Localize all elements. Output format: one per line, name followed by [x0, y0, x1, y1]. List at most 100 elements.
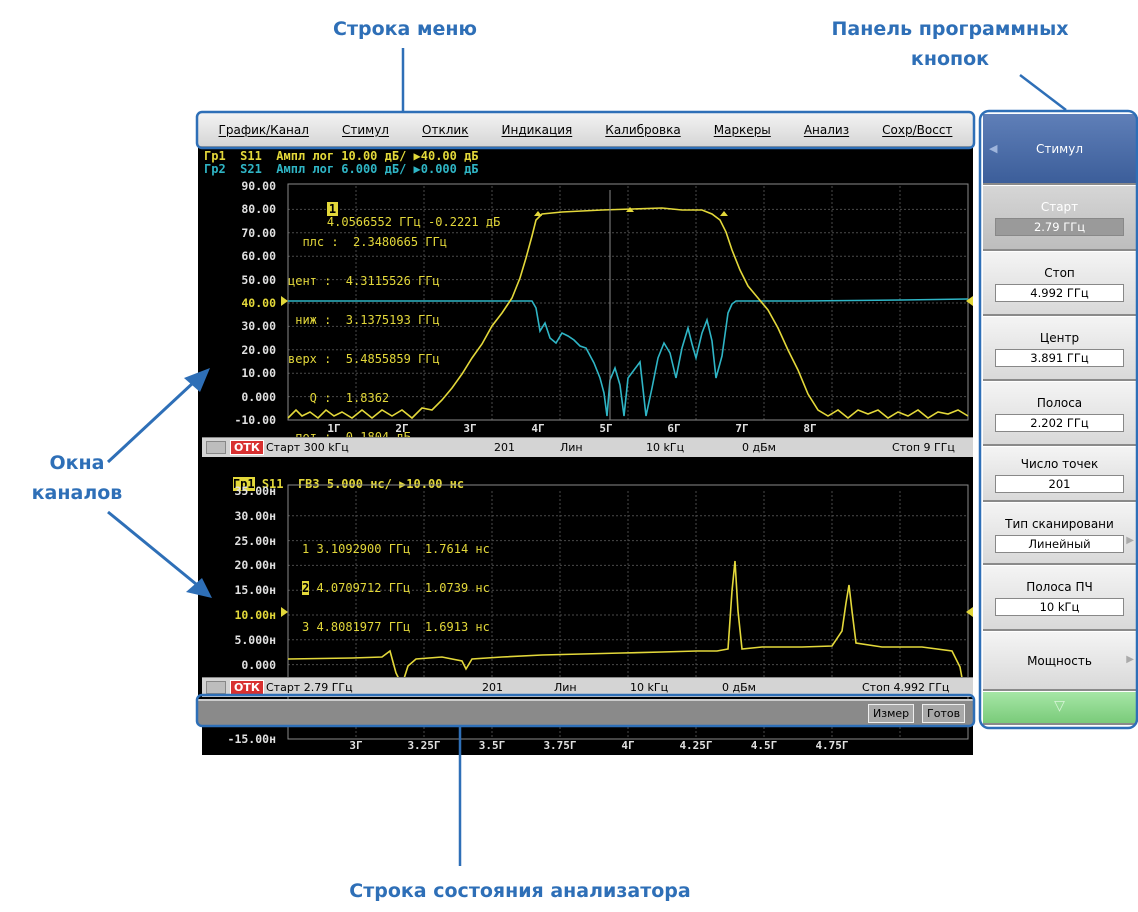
- softkey-center[interactable]: Центр 3.891 ГГц: [983, 316, 1136, 381]
- callout-menu-bar: Строка меню: [333, 18, 477, 40]
- softkey-points-value[interactable]: 201: [995, 475, 1124, 493]
- x-tick-label: 7Г: [735, 422, 749, 435]
- channel2-ifbw[interactable]: 10 kГц: [630, 681, 668, 694]
- status-ready: Готов: [922, 704, 966, 723]
- channel2-sweep[interactable]: Лин: [554, 681, 577, 694]
- x-tick-label: 5Г: [599, 422, 613, 435]
- menu-item-stimulus[interactable]: Стимул: [342, 123, 389, 137]
- menu-item-response[interactable]: Отклик: [422, 123, 468, 137]
- bandwidth-readout: плс : 2.3480665 ГГц цент : 4.3115526 ГГц…: [288, 210, 447, 470]
- y-tick-label: 90.00: [241, 179, 276, 193]
- channel-window-1[interactable]: Гр1 S11 Ампл лог 10.00 дБ/ ▶40.00 дБ Гр2…: [202, 148, 973, 444]
- x-tick-label: 4Г: [621, 739, 635, 752]
- x-tick-label: 3.25Г: [407, 739, 441, 752]
- submenu-arrow-icon: ▶: [1126, 535, 1134, 546]
- y-tick-label: 60.00: [241, 249, 276, 264]
- channel1-ifbw[interactable]: 10 kГц: [646, 441, 684, 454]
- marker-row-1[interactable]: 1 3.1092900 ГГц 1.7614 нс: [302, 543, 490, 556]
- correction-off-badge: ОТК: [230, 440, 264, 455]
- correction-off-badge-2: ОТК: [230, 680, 264, 695]
- channel2-power[interactable]: 0 дБм: [722, 681, 756, 694]
- channel2-start[interactable]: Старт 2.79 ГГц: [266, 681, 353, 694]
- y-tick-label: 50.00: [241, 272, 276, 287]
- softkey-start-value[interactable]: 2.79 ГГц: [995, 218, 1124, 236]
- y-tick-label: 10.00: [241, 366, 276, 381]
- softkey-stop[interactable]: Стоп 4.992 ГГц: [983, 251, 1136, 316]
- bw-line-q: Q : 1.8362: [288, 391, 390, 405]
- softkey-title-label: Стимул: [1036, 142, 1083, 156]
- bw-line-high: верх : 5.4855859 ГГц: [288, 352, 440, 366]
- softkey-span-label: Полоса: [1036, 396, 1083, 410]
- channel1-start[interactable]: Старт 300 kГц: [266, 441, 349, 454]
- x-tick-label: 4Г: [531, 422, 545, 435]
- status-measure: Измер: [868, 704, 915, 723]
- softkey-next-page[interactable]: ▽: [983, 691, 1136, 725]
- x-tick-label: 3Г: [349, 739, 363, 752]
- channel1-sweep[interactable]: Лин: [560, 441, 583, 454]
- marker-row-3-text: 4.8081977 ГГц 1.6913 нс: [309, 620, 490, 634]
- marker-row-2[interactable]: 2 4.0709712 ГГц 1.0739 нс: [302, 581, 490, 595]
- softkey-sweep-value[interactable]: Линейный: [995, 535, 1124, 553]
- x-tick-label: 3Г: [463, 422, 477, 435]
- x-tick-label: 3.75Г: [543, 739, 577, 752]
- softkey-stop-label: Стоп: [1044, 266, 1075, 280]
- channel2-points[interactable]: 201: [482, 681, 503, 694]
- channel1-indicator: [206, 441, 226, 454]
- marker-table: 1 3.1092900 ГГц 1.7614 нс 2 4.0709712 ГГ…: [302, 517, 490, 660]
- softkey-menu-title[interactable]: ◀ Стимул: [983, 113, 1136, 185]
- x-tick-label: 4.75Г: [815, 739, 849, 752]
- y-tick-label: 70.00: [241, 225, 276, 240]
- y-tick-label: 5.000н: [234, 632, 276, 647]
- menu-bar: График/Канал Стимул Отклик Индикация Кал…: [198, 113, 973, 147]
- x-tick-label: 3.5Г: [478, 739, 506, 752]
- y-tick-label: -10.00: [234, 413, 276, 427]
- menu-item-display-channel[interactable]: График/Канал: [219, 123, 309, 137]
- softkey-span[interactable]: Полоса 2.202 ГГц: [983, 381, 1136, 446]
- analyzer-status-bar: Измер Готов: [198, 699, 973, 725]
- menu-item-display[interactable]: Индикация: [502, 123, 573, 137]
- menu-item-calibration[interactable]: Калибровка: [605, 123, 680, 137]
- y-tick-label: 40.00: [241, 296, 276, 310]
- softkey-points[interactable]: Число точек 201: [983, 446, 1136, 502]
- bw-line-low: ниж : 3.1375193 ГГц: [288, 313, 440, 327]
- y-tick-label: 0.000: [241, 657, 276, 672]
- softkey-power[interactable]: Мощность ▶: [983, 631, 1136, 691]
- softkey-points-label: Число точек: [1020, 457, 1099, 471]
- channel2-indicator: [206, 681, 226, 694]
- menu-item-save-recall[interactable]: Сохр/Восст: [882, 123, 952, 137]
- menu-item-markers[interactable]: Маркеры: [714, 123, 771, 137]
- softkey-ifbw-label: Полоса ПЧ: [1026, 580, 1093, 594]
- channel1-power[interactable]: 0 дБм: [742, 441, 776, 454]
- channel1-stop[interactable]: Стоп 9 ГГц: [892, 441, 955, 454]
- softkey-panel: ◀ Стимул Старт 2.79 ГГц Стоп 4.992 ГГц Ц…: [983, 113, 1136, 725]
- channel1-points[interactable]: 201: [494, 441, 515, 454]
- y-tick-label: 80.00: [241, 202, 276, 217]
- y-tick-label: 15.00н: [234, 583, 276, 598]
- submenu-arrow-icon: ▶: [1126, 654, 1134, 665]
- y-tick-label: 35.00н: [234, 484, 276, 498]
- bw-line-center: цент : 4.3115526 ГГц: [288, 274, 440, 288]
- marker-row-1-text: 3.1092900 ГГц 1.7614 нс: [309, 542, 490, 556]
- marker-row-3[interactable]: 3 4.8081977 ГГц 1.6913 нс: [302, 621, 490, 634]
- callout-channel-windows: Окна каналов: [22, 448, 132, 508]
- callout-channel-windows-line1: Окна: [49, 452, 105, 474]
- softkey-center-value[interactable]: 3.891 ГГц: [995, 349, 1124, 367]
- x-tick-label: 4.5Г: [750, 739, 778, 752]
- y-tick-label: 30.00н: [234, 508, 276, 523]
- bw-line-span: плс : 2.3480665 ГГц: [288, 235, 447, 249]
- softkey-ifbw-value[interactable]: 10 kГц: [995, 598, 1124, 616]
- softkey-span-value[interactable]: 2.202 ГГц: [995, 414, 1124, 432]
- channel2-stop[interactable]: Стоп 4.992 ГГц: [862, 681, 949, 694]
- callout-softkey-panel-line2: кнопок: [910, 48, 990, 70]
- softkey-sweep-type[interactable]: Тип сканировани Линейный ▶: [983, 502, 1136, 565]
- softkey-start[interactable]: Старт 2.79 ГГц: [983, 185, 1136, 251]
- y-tick-label: 0.000: [241, 389, 276, 404]
- softkey-stop-value[interactable]: 4.992 ГГц: [995, 284, 1124, 302]
- softkey-sweep-label: Тип сканировани: [1005, 517, 1114, 531]
- softkey-ifbw[interactable]: Полоса ПЧ 10 kГц: [983, 565, 1136, 631]
- callout-softkey-panel-line1: Панель программных: [831, 18, 1069, 40]
- menu-item-analysis[interactable]: Анализ: [804, 123, 849, 137]
- channel2-status-bar: ОТК Старт 2.79 ГГц 201 Лин 10 kГц 0 дБм …: [202, 677, 973, 697]
- chevron-down-icon[interactable]: ▽: [983, 698, 1136, 714]
- channel1-status-bar: ОТК Старт 300 kГц 201 Лин 10 kГц 0 дБм С…: [202, 437, 973, 457]
